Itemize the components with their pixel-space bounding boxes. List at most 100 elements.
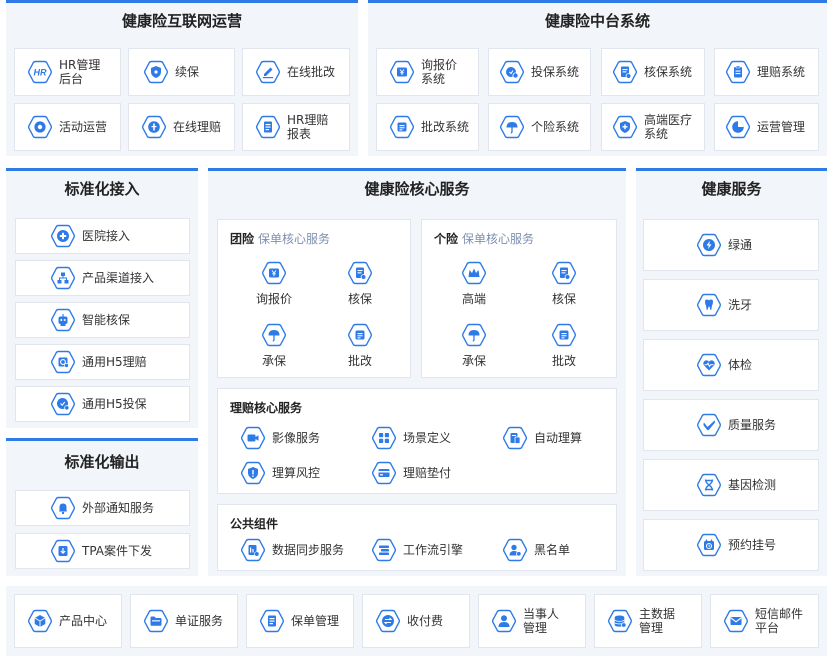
h5-claim-icon [50, 349, 76, 375]
personal-highend[interactable]: 高端 [444, 260, 504, 306]
group-underwrite[interactable]: 核保 [330, 260, 390, 306]
card-channel-access[interactable]: 产品渠道接入 [15, 260, 190, 296]
common-blacklist[interactable]: 黑名单 [502, 537, 570, 563]
card-h5-claim[interactable]: 通用H5理赔 [15, 344, 190, 380]
pen-icon [255, 59, 281, 85]
group-title: 公共组件 [230, 517, 279, 531]
panel-internet-ops: 健康险互联网运营 HR HR管理后台 续保 在线批改 活动运营 在线理赔 HR理赔… [6, 0, 358, 156]
card-label: 通用H5理赔 [82, 355, 147, 369]
panel-title: 健康险核心服务 [364, 180, 470, 198]
card-personal-system[interactable]: 个险系统 [488, 103, 591, 151]
card-claim-system[interactable]: 理赔系统 [714, 48, 819, 96]
card-label: 个险系统 [531, 120, 580, 134]
card-h5-insure[interactable]: 通用H5投保 [15, 386, 190, 422]
card-activity-ops[interactable]: 活动运营 [14, 103, 121, 151]
card-label: 主数据管理 [639, 607, 676, 635]
claims-auto-calc[interactable]: 自动理算 [502, 425, 582, 451]
card-payment[interactable]: 收付费 [362, 594, 470, 648]
personal-underwrite[interactable]: 核保 [534, 260, 594, 306]
card-label: TPA案件下发 [82, 544, 153, 558]
card-product-center[interactable]: 产品中心 [14, 594, 122, 648]
card-appointment[interactable]: 预约挂号 [643, 519, 819, 571]
group-endorse[interactable]: 批改 [330, 322, 390, 368]
claims-risk[interactable]: 理算风控 [240, 460, 320, 486]
card-quote-system[interactable]: 询报价系统 [376, 48, 479, 96]
user-block-icon [502, 537, 528, 563]
panel-std-access: 标准化接入 医院接入 产品渠道接入 智能核保 通用H5理赔 通用H5投保 [6, 168, 198, 428]
claims-core: 理赔核心服务 影像服务 场景定义 自动理算 理算风控 理赔垫付 [217, 388, 617, 494]
card-online-claim[interactable]: 在线理赔 [128, 103, 235, 151]
list-icon [347, 322, 373, 348]
personal-endorse[interactable]: 批改 [534, 322, 594, 368]
card-underwrite-system[interactable]: 核保系统 [601, 48, 705, 96]
item-label: 黑名单 [534, 543, 571, 557]
card-document-service[interactable]: 单证服务 [130, 594, 238, 648]
card-online-endorse[interactable]: 在线批改 [242, 48, 350, 96]
svg-text:HR: HR [34, 68, 47, 78]
card-tpa-dispatch[interactable]: TPA案件下发 [15, 533, 190, 569]
card-renewal[interactable]: 续保 [128, 48, 235, 96]
coin-icon [141, 114, 167, 140]
tooth-icon [696, 292, 722, 318]
item-label: 理算风控 [272, 466, 321, 480]
card-insure-system[interactable]: 投保系统 [488, 48, 591, 96]
card-quality-service[interactable]: 质量服务 [643, 399, 819, 451]
group-title-sub: 保单核心服务 [462, 232, 535, 246]
group-title: 理赔核心服务 [230, 401, 303, 415]
card-external-notify[interactable]: 外部通知服务 [15, 490, 190, 526]
panel-title: 健康险中台系统 [544, 12, 650, 30]
card-label: 产品中心 [59, 614, 108, 628]
item-label: 批改 [551, 354, 576, 368]
umbrella-icon [499, 114, 525, 140]
hr-icon: HR [27, 59, 53, 85]
common-data-sync[interactable]: 数据同步服务 [240, 537, 344, 563]
group-title-main: 个险 [434, 232, 459, 246]
risk-icon [240, 460, 266, 486]
video-icon [240, 425, 266, 451]
group-accept[interactable]: 承保 [244, 322, 304, 368]
card-master-data[interactable]: 主数据管理 [594, 594, 702, 648]
doc-check-icon [347, 260, 373, 286]
card-green-channel[interactable]: 绿通 [643, 219, 819, 271]
medical-shield-icon [612, 114, 638, 140]
card-ops-management[interactable]: 运营管理 [714, 103, 819, 151]
card-hr-admin[interactable]: HR HR管理后台 [14, 48, 121, 96]
card-label: 基因检测 [728, 478, 777, 492]
umbrella-icon [261, 322, 287, 348]
common-workflow[interactable]: 工作流引擎 [371, 537, 463, 563]
card-hr-claim-report[interactable]: HR理赔报表 [242, 103, 350, 151]
card-policy-management[interactable]: 保单管理 [246, 594, 354, 648]
folder-icon [143, 608, 169, 634]
card-sms-mail[interactable]: 短信邮件平台 [710, 594, 819, 648]
clipboard-icon [725, 59, 751, 85]
claims-scene[interactable]: 场景定义 [371, 425, 451, 451]
item-label: 核保 [347, 292, 372, 306]
flow-icon [371, 537, 397, 563]
card-label: 预约挂号 [728, 538, 777, 552]
claims-imaging[interactable]: 影像服务 [240, 425, 320, 451]
network-icon [50, 265, 76, 291]
card-endorse-system[interactable]: 批改系统 [376, 103, 479, 151]
report-icon [255, 114, 281, 140]
group-title-main: 团险 [230, 232, 255, 246]
card-label: 通用H5投保 [82, 397, 147, 411]
card-checkup[interactable]: 体检 [643, 339, 819, 391]
card-gene-test[interactable]: 基因检测 [643, 459, 819, 511]
card-label: HR管理后台 [59, 58, 101, 86]
card-label: 绿通 [728, 238, 753, 252]
card-label: 洗牙 [728, 298, 753, 312]
download-icon [50, 538, 76, 564]
personal-accept[interactable]: 承保 [444, 322, 504, 368]
card-party-management[interactable]: 当事人管理 [478, 594, 586, 648]
report-icon [259, 608, 285, 634]
card-label: 医院接入 [82, 229, 131, 243]
card-label: 当事人管理 [523, 607, 560, 635]
card-smart-underwrite[interactable]: 智能核保 [15, 302, 190, 338]
person-icon [491, 608, 517, 634]
panel-title: 标准化接入 [64, 180, 140, 198]
claims-advance[interactable]: 理赔垫付 [371, 460, 451, 486]
card-hospital-access[interactable]: 医院接入 [15, 218, 190, 254]
card-teeth-clean[interactable]: 洗牙 [643, 279, 819, 331]
card-highend-medical[interactable]: 高端医疗系统 [601, 103, 705, 151]
group-quote[interactable]: 询报价 [244, 260, 304, 306]
